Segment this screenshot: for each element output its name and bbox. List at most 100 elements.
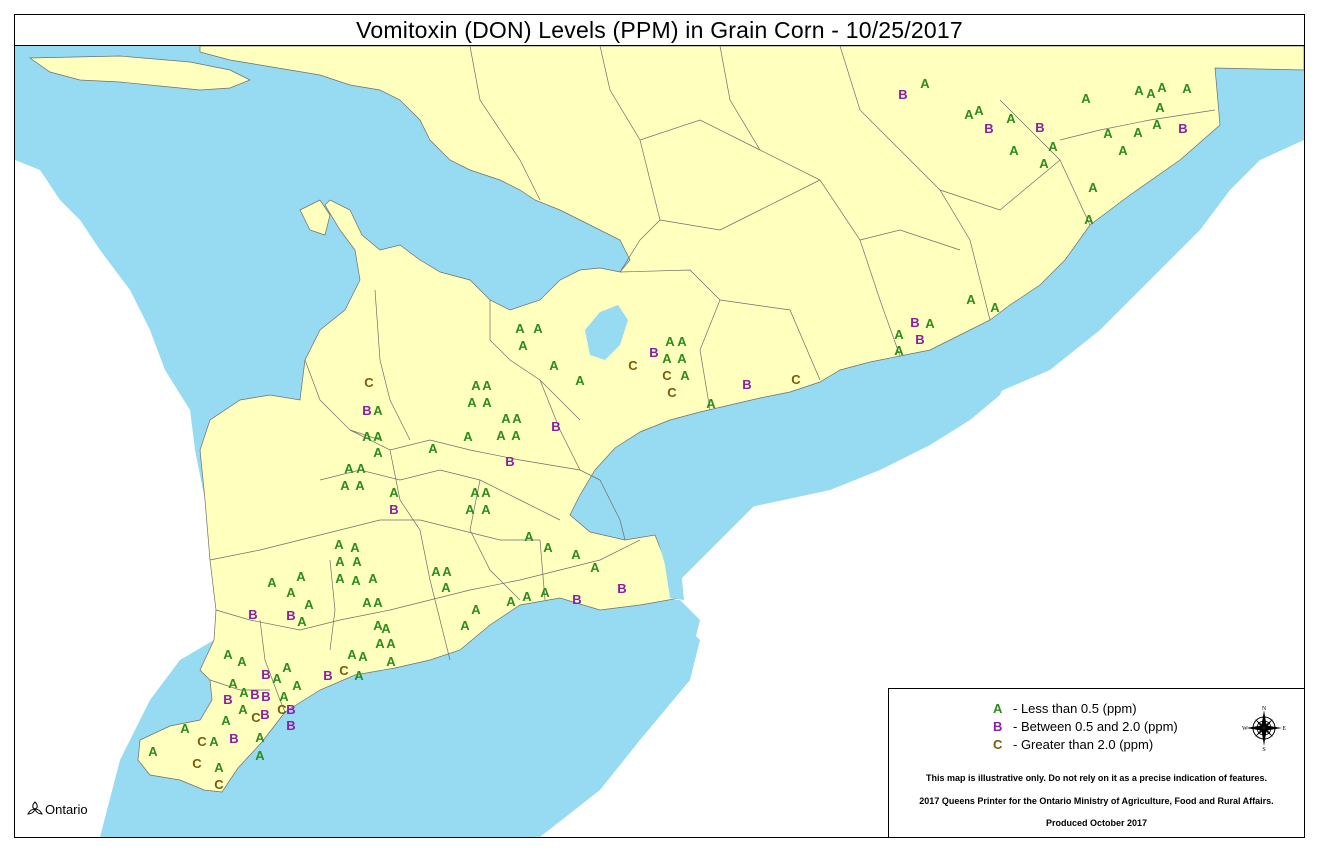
sample-marker-a: A — [255, 730, 265, 745]
sample-marker-a: A — [386, 654, 396, 669]
sample-marker-a: A — [238, 702, 248, 717]
sample-marker-a: A — [335, 571, 345, 586]
produced-date-text: Produced October 2017 — [1045, 818, 1148, 828]
sample-marker-a: A — [677, 334, 687, 349]
sample-marker-a: A — [340, 478, 350, 493]
sample-marker-b: B — [250, 687, 259, 702]
legend-letter-c: C — [993, 737, 1003, 752]
legend-label-c: - Greater than 2.0 (ppm) — [1013, 737, 1154, 752]
sample-marker-a: A — [304, 597, 314, 612]
sample-marker-a: A — [1182, 81, 1192, 96]
disclaimer-text: This map is illustrative only. Do not re… — [926, 773, 1267, 783]
legend-letter-a: A — [993, 701, 1003, 716]
sample-marker-a: A — [148, 744, 158, 759]
sample-marker-a: A — [990, 300, 1000, 315]
sample-marker-a: A — [894, 343, 904, 358]
compass-rose-icon: N S E W — [1242, 706, 1286, 751]
sample-marker-a: A — [347, 647, 357, 662]
legend-label-a: - Less than 0.5 (ppm) — [1013, 701, 1137, 716]
sample-marker-a: A — [894, 327, 904, 342]
sample-marker-b: B — [286, 702, 295, 717]
sample-marker-b: B — [742, 377, 751, 392]
sample-marker-a: A — [533, 321, 543, 336]
sample-marker-a: A — [501, 411, 511, 426]
sample-marker-a: A — [1118, 143, 1128, 158]
sample-marker-a: A — [431, 564, 441, 579]
sample-marker-a: A — [511, 428, 521, 443]
sample-marker-a: A — [292, 678, 302, 693]
sample-marker-b: B — [910, 315, 919, 330]
sample-marker-a: A — [524, 529, 534, 544]
sample-marker-a: A — [1084, 212, 1094, 227]
legend-row-c: C - Greater than 2.0 (ppm) — [993, 737, 1153, 752]
sample-marker-a: A — [481, 485, 491, 500]
logo-text: Ontario — [45, 801, 88, 817]
sample-marker-c: C — [662, 368, 672, 383]
map-title: Vomitoxin (DON) Levels (PPM) in Grain Co… — [356, 16, 963, 43]
legend-letter-b: B — [993, 719, 1003, 734]
sample-marker-a: A — [471, 378, 481, 393]
ontario-logo: Ontario — [26, 800, 88, 818]
sample-marker-a: A — [518, 338, 528, 353]
sample-marker-b: B — [898, 87, 907, 102]
sample-marker-a: A — [463, 429, 473, 444]
sample-marker-a: A — [512, 411, 522, 426]
sample-marker-a: A — [1134, 83, 1144, 98]
sample-marker-a: A — [471, 602, 481, 617]
sample-marker-a: A — [335, 554, 345, 569]
legend-label-b: - Between 0.5 and 2.0 (ppm) — [1013, 719, 1178, 734]
sample-marker-a: A — [540, 585, 550, 600]
sample-marker-a: A — [482, 395, 492, 410]
sample-marker-a: A — [389, 485, 399, 500]
sample-marker-a: A — [522, 589, 532, 604]
legend-box: A - Less than 0.5 (ppm) B - Between 0.5 … — [888, 688, 1305, 838]
sample-marker-a: A — [1133, 125, 1143, 140]
sample-marker-a: A — [1048, 139, 1058, 154]
sample-marker-b: B — [362, 403, 371, 418]
sample-marker-a: A — [496, 428, 506, 443]
sample-marker-b: B — [505, 454, 514, 469]
sample-marker-a: A — [334, 537, 344, 552]
sample-marker-a: A — [350, 540, 360, 555]
sample-marker-a: A — [964, 107, 974, 122]
legend-row-b: B - Between 0.5 and 2.0 (ppm) — [993, 719, 1178, 734]
sample-marker-a: A — [515, 321, 525, 336]
sample-marker-b: B — [617, 581, 626, 596]
sample-marker-a: A — [386, 636, 396, 651]
sample-marker-a: A — [368, 571, 378, 586]
sample-marker-b: B — [223, 692, 232, 707]
sample-marker-a: A — [543, 540, 553, 555]
sample-marker-a: A — [925, 316, 935, 331]
sample-marker-a: A — [920, 76, 930, 91]
sample-marker-a: A — [355, 478, 365, 493]
sample-marker-a: A — [1146, 86, 1156, 101]
sample-marker-a: A — [428, 441, 438, 456]
sample-marker-b: B — [1178, 121, 1187, 136]
sample-marker-b: B — [649, 345, 658, 360]
sample-marker-a: A — [467, 395, 477, 410]
sample-marker-a: A — [272, 671, 282, 686]
sample-marker-a: A — [209, 734, 219, 749]
sample-marker-a: A — [351, 573, 361, 588]
sample-marker-a: A — [356, 461, 366, 476]
sample-marker-b: B — [551, 419, 560, 434]
sample-marker-a: A — [549, 358, 559, 373]
sample-marker-c: C — [339, 663, 349, 678]
sample-marker-c: C — [628, 358, 638, 373]
copyright-text: 2017 Queens Printer for the Ontario Mini… — [919, 796, 1274, 806]
sample-marker-a: A — [352, 554, 362, 569]
sample-marker-a: A — [286, 585, 296, 600]
sample-marker-a: A — [362, 595, 372, 610]
trillium-icon — [27, 801, 43, 815]
sample-marker-b: B — [286, 718, 295, 733]
sample-marker-a: A — [662, 351, 672, 366]
sample-marker-b: B — [572, 592, 581, 607]
sample-marker-a: A — [665, 334, 675, 349]
sample-marker-a: A — [1155, 100, 1165, 115]
sample-marker-b: B — [248, 607, 257, 622]
sample-marker-a: A — [974, 103, 984, 118]
sample-marker-a: A — [296, 569, 306, 584]
sample-marker-a: A — [358, 649, 368, 664]
sample-marker-a: A — [381, 621, 391, 636]
sample-marker-a: A — [237, 654, 247, 669]
